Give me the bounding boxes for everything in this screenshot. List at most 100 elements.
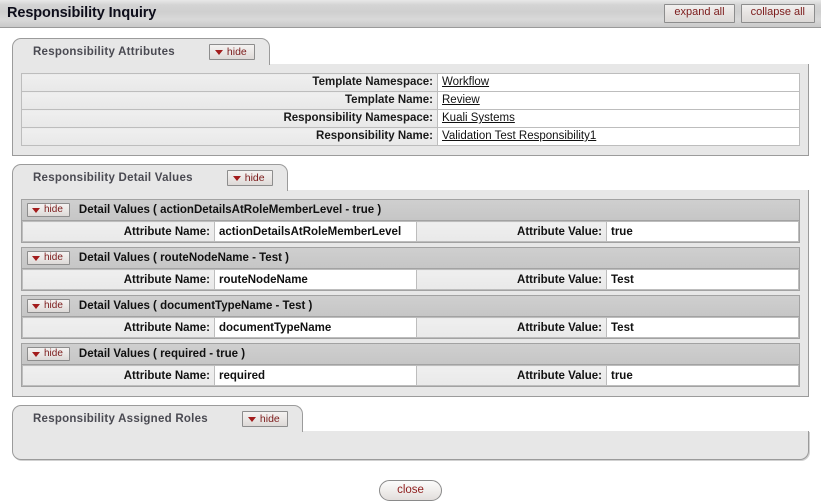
panel-responsibility-detail-values: Responsibility Detail Values hide hide D… bbox=[12, 164, 809, 397]
detail-value-label: Attribute Value: bbox=[416, 221, 607, 242]
attr-value-text: Kuali Systems bbox=[442, 112, 515, 124]
detail-block-title: Detail Values ( routeNodeName - Test ) bbox=[78, 252, 289, 264]
detail-name-label: Attribute Name: bbox=[22, 365, 215, 386]
panel-detail-values-body: hide Detail Values ( actionDetailsAtRole… bbox=[12, 190, 809, 397]
page-title: Responsibility Inquiry bbox=[7, 4, 157, 21]
detail-block-hide-label: hide bbox=[44, 252, 63, 263]
table-row: Responsibility Namespace: Kuali Systems bbox=[21, 109, 800, 128]
table-row: Attribute Name: documentTypeName Attribu… bbox=[22, 317, 799, 338]
detail-block-table: Attribute Name: routeNodeName Attribute … bbox=[22, 269, 799, 290]
expand-all-button[interactable]: expand all bbox=[664, 4, 735, 23]
table-row: Responsibility Name: Validation Test Res… bbox=[21, 127, 800, 146]
panel-assigned-roles-title: Responsibility Assigned Roles bbox=[33, 413, 208, 425]
attr-label-responsibility-name: Responsibility Name: bbox=[21, 127, 438, 146]
detail-block-hide-button[interactable]: hide bbox=[27, 251, 70, 265]
table-row: Attribute Name: routeNodeName Attribute … bbox=[22, 269, 799, 290]
attr-value-text: Validation Test Responsibility1 bbox=[442, 130, 597, 142]
detail-block-table: Attribute Name: actionDetailsAtRoleMembe… bbox=[22, 221, 799, 242]
panel-responsibility-assigned-roles: Responsibility Assigned Roles hide bbox=[12, 405, 809, 460]
attr-value-template-name: Review bbox=[437, 91, 800, 110]
panel-assigned-roles-tabhead: Responsibility Assigned Roles hide bbox=[12, 405, 809, 432]
attributes-table: Template Namespace: Workflow Template Na… bbox=[21, 73, 800, 146]
panel-attributes-tab-rail bbox=[268, 38, 809, 65]
panel-attributes-hide-label: hide bbox=[226, 45, 247, 58]
detail-value-label: Attribute Value: bbox=[416, 269, 607, 290]
panel-assigned-roles-tab[interactable]: Responsibility Assigned Roles hide bbox=[12, 405, 303, 432]
panel-detail-values-hide-button[interactable]: hide bbox=[226, 169, 273, 187]
footer: close bbox=[0, 480, 821, 502]
detail-name-value: actionDetailsAtRoleMemberLevel bbox=[214, 221, 417, 242]
panel-detail-values-hide-label: hide bbox=[244, 171, 265, 184]
attr-label-template-namespace: Template Namespace: bbox=[21, 73, 438, 92]
detail-block: hide Detail Values ( required - true ) A… bbox=[21, 343, 800, 387]
table-row: Attribute Name: required Attribute Value… bbox=[22, 365, 799, 386]
detail-value-value: true bbox=[606, 365, 799, 386]
detail-block-hide-button[interactable]: hide bbox=[27, 203, 70, 217]
detail-values-list: hide Detail Values ( actionDetailsAtRole… bbox=[21, 199, 800, 387]
detail-block-header: hide Detail Values ( actionDetailsAtRole… bbox=[22, 200, 799, 221]
header-button-group: expand all collapse all bbox=[664, 4, 815, 23]
app-header: Responsibility Inquiry expand all collap… bbox=[0, 0, 821, 28]
detail-name-value: documentTypeName bbox=[214, 317, 417, 338]
caret-down-icon bbox=[32, 207, 40, 213]
caret-down-icon bbox=[247, 416, 256, 422]
detail-block-hide-label: hide bbox=[44, 348, 63, 359]
detail-name-label: Attribute Name: bbox=[22, 269, 215, 290]
attr-value-text: Workflow bbox=[442, 76, 490, 88]
caret-down-icon bbox=[32, 351, 40, 357]
table-row: Attribute Name: actionDetailsAtRoleMembe… bbox=[22, 221, 799, 242]
panel-detail-values-title: Responsibility Detail Values bbox=[33, 172, 193, 184]
attr-value-template-namespace: Workflow bbox=[437, 73, 800, 92]
caret-down-icon bbox=[214, 49, 223, 55]
detail-block-title: Detail Values ( documentTypeName - Test … bbox=[78, 300, 313, 312]
panel-attributes-title: Responsibility Attributes bbox=[33, 46, 175, 58]
detail-value-value: Test bbox=[606, 269, 799, 290]
detail-block-title: Detail Values ( actionDetailsAtRoleMembe… bbox=[78, 204, 382, 216]
caret-down-icon bbox=[32, 303, 40, 309]
panel-attributes-tabhead: Responsibility Attributes hide bbox=[12, 38, 809, 65]
panel-detail-values-tabhead: Responsibility Detail Values hide bbox=[12, 164, 809, 191]
detail-value-value: true bbox=[606, 221, 799, 242]
detail-block-header: hide Detail Values ( documentTypeName - … bbox=[22, 296, 799, 317]
panel-attributes-body: Template Namespace: Workflow Template Na… bbox=[12, 64, 809, 156]
attr-value-responsibility-name: Validation Test Responsibility1 bbox=[437, 127, 800, 146]
panel-assigned-roles-hide-label: hide bbox=[259, 412, 280, 425]
detail-block: hide Detail Values ( actionDetailsAtRole… bbox=[21, 199, 800, 243]
detail-block: hide Detail Values ( documentTypeName - … bbox=[21, 295, 800, 339]
table-row: Template Namespace: Workflow bbox=[21, 73, 800, 92]
table-row: Template Name: Review bbox=[21, 91, 800, 110]
detail-block-title: Detail Values ( required - true ) bbox=[78, 348, 246, 360]
detail-block-header: hide Detail Values ( routeNodeName - Tes… bbox=[22, 248, 799, 269]
detail-block-hide-button[interactable]: hide bbox=[27, 347, 70, 361]
detail-name-label: Attribute Name: bbox=[22, 221, 215, 242]
attr-value-text: Review bbox=[442, 94, 480, 106]
collapse-all-button[interactable]: collapse all bbox=[740, 4, 815, 23]
detail-block-table: Attribute Name: required Attribute Value… bbox=[22, 365, 799, 386]
detail-block-hide-label: hide bbox=[44, 204, 63, 215]
detail-block-hide-button[interactable]: hide bbox=[27, 299, 70, 313]
detail-block-hide-label: hide bbox=[44, 300, 63, 311]
panel-assigned-roles-hide-button[interactable]: hide bbox=[241, 410, 288, 428]
attr-label-responsibility-namespace: Responsibility Namespace: bbox=[21, 109, 438, 128]
panel-attributes-hide-button[interactable]: hide bbox=[208, 43, 255, 61]
detail-value-label: Attribute Value: bbox=[416, 317, 607, 338]
detail-value-value: Test bbox=[606, 317, 799, 338]
detail-block-header: hide Detail Values ( required - true ) bbox=[22, 344, 799, 365]
close-button[interactable]: close bbox=[379, 480, 442, 502]
panel-detail-values-tab[interactable]: Responsibility Detail Values hide bbox=[12, 164, 288, 191]
detail-value-label: Attribute Value: bbox=[416, 365, 607, 386]
panel-assigned-roles-body bbox=[12, 431, 809, 460]
page-body: Responsibility Attributes hide Template … bbox=[0, 28, 821, 502]
caret-down-icon bbox=[32, 255, 40, 261]
attr-value-responsibility-namespace: Kuali Systems bbox=[437, 109, 800, 128]
detail-name-value: required bbox=[214, 365, 417, 386]
panel-assigned-roles-tab-rail bbox=[301, 405, 809, 432]
detail-name-value: routeNodeName bbox=[214, 269, 417, 290]
detail-block: hide Detail Values ( routeNodeName - Tes… bbox=[21, 247, 800, 291]
attr-label-template-name: Template Name: bbox=[21, 91, 438, 110]
panel-attributes-tab[interactable]: Responsibility Attributes hide bbox=[12, 38, 270, 65]
panel-responsibility-attributes: Responsibility Attributes hide Template … bbox=[12, 38, 809, 156]
caret-down-icon bbox=[232, 175, 241, 181]
detail-block-table: Attribute Name: documentTypeName Attribu… bbox=[22, 317, 799, 338]
panel-detail-values-tab-rail bbox=[286, 164, 809, 191]
